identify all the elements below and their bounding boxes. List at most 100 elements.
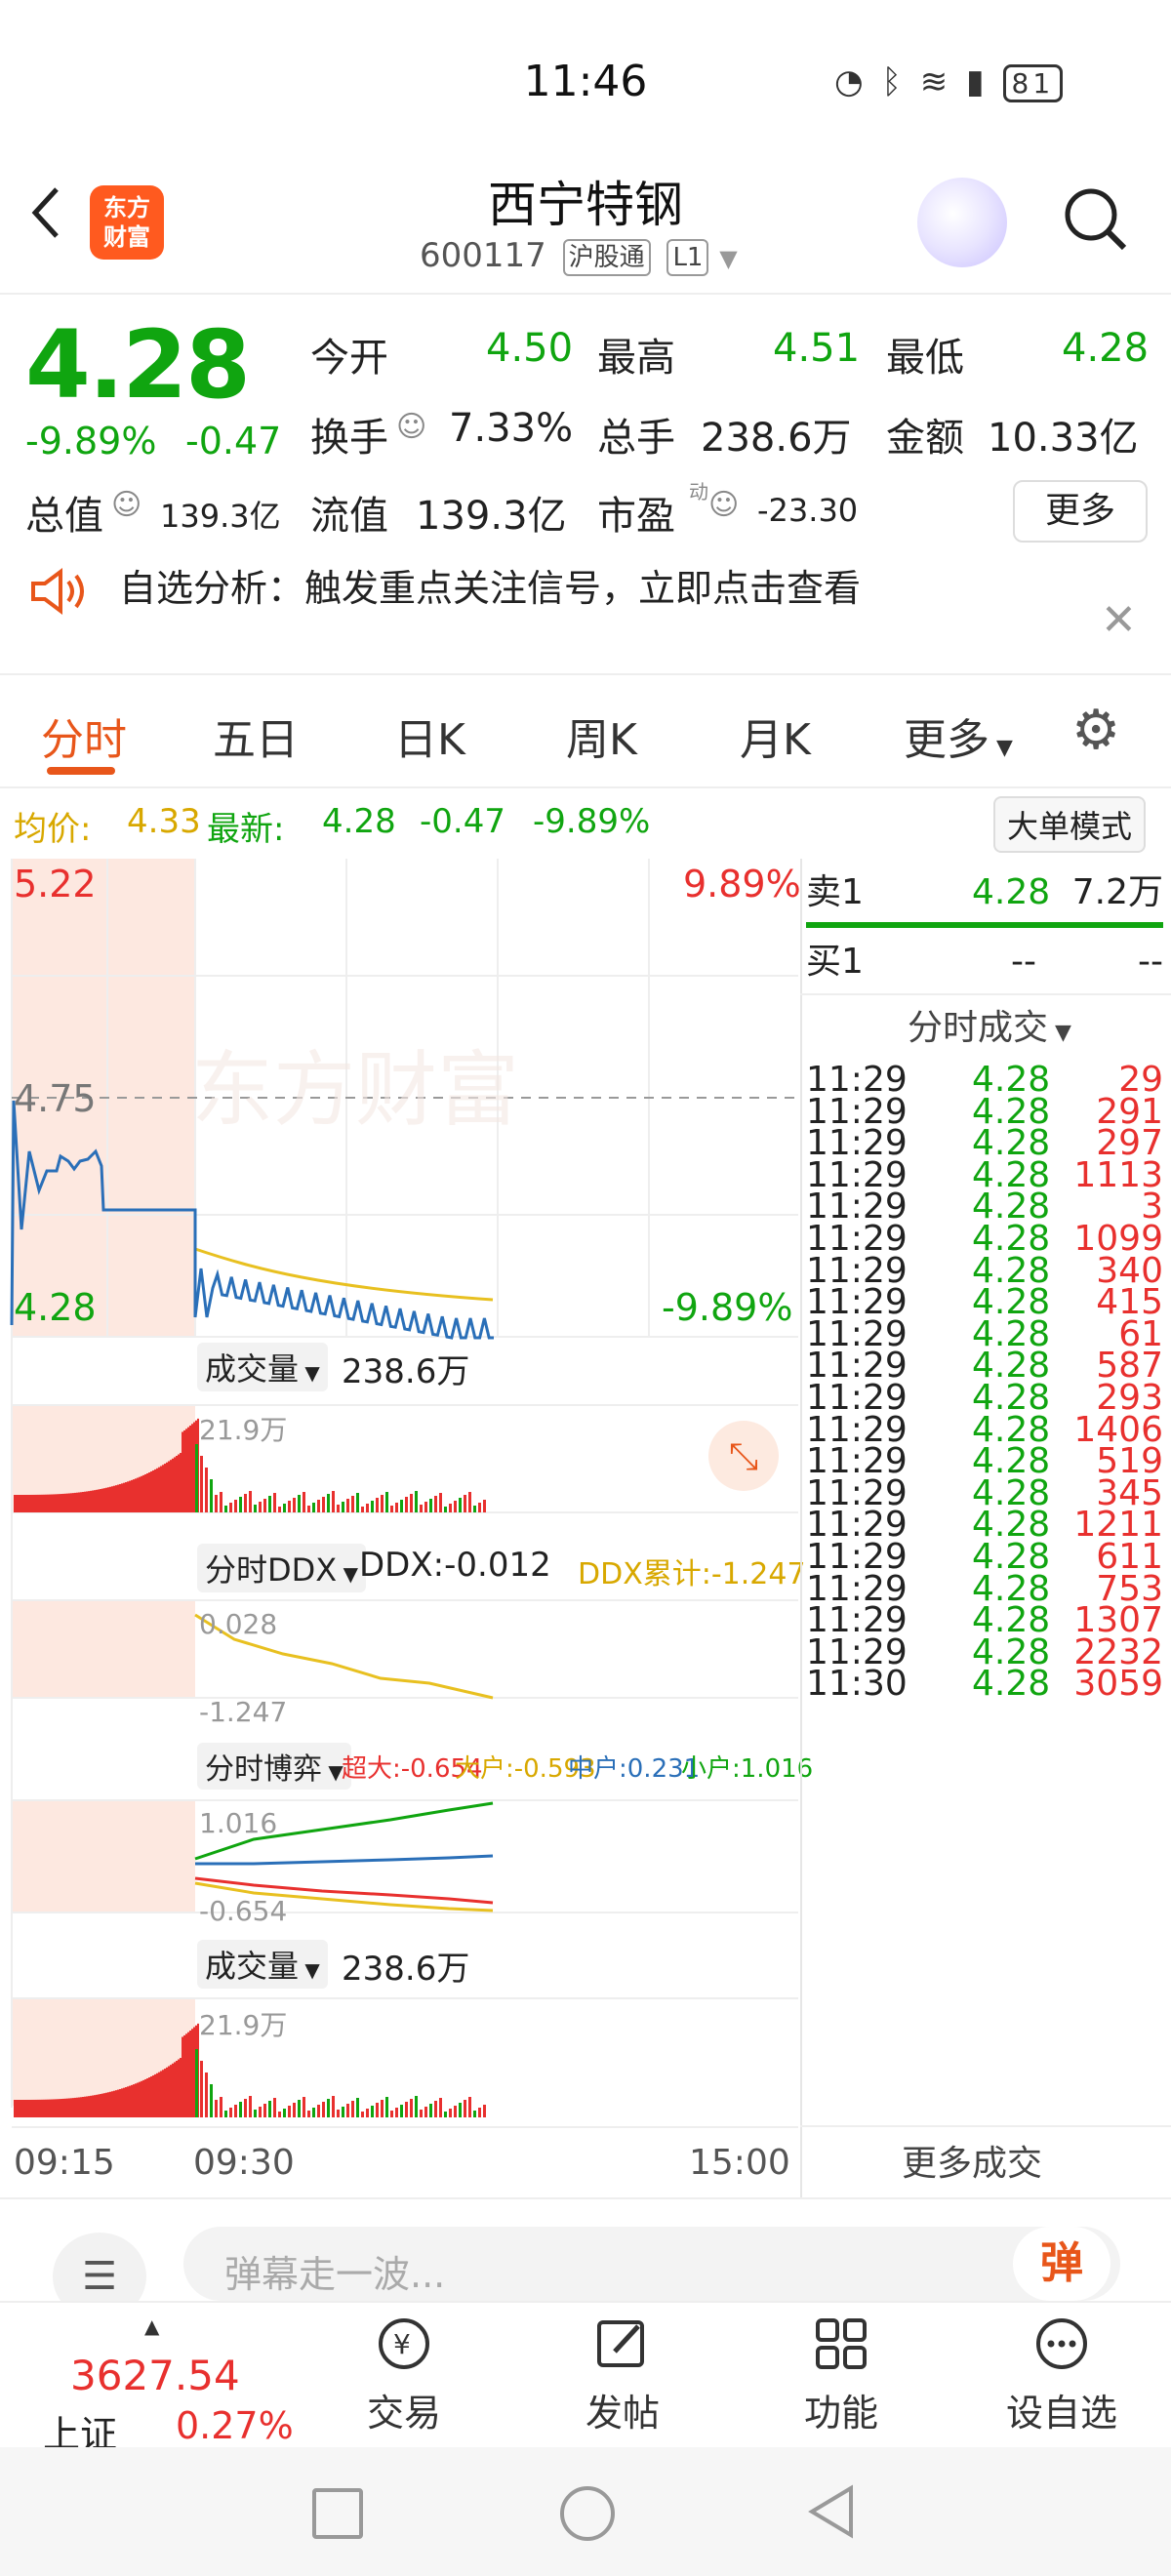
volume-indicator-select[interactable]: 成交量 ▼ (197, 1343, 328, 1391)
volume-bar (410, 2099, 413, 2117)
info-icon[interactable]: ☺ (708, 488, 739, 522)
volume-bar (234, 1500, 237, 1512)
volume-bar (119, 1483, 121, 1512)
volume-bar (439, 2098, 442, 2117)
volume-bar (61, 2099, 62, 2117)
assistant-avatar[interactable] (917, 178, 1007, 267)
volume2-indicator-select[interactable]: 成交量 ▼ (197, 1940, 328, 1989)
volume-bar (141, 2080, 142, 2117)
tab-more[interactable]: 更多 ▼ (904, 704, 1013, 767)
volume-bar (178, 1454, 180, 1512)
volume-bar (400, 1500, 403, 1512)
volume-label: 总手 (597, 416, 675, 461)
zhonghu-line (195, 1854, 494, 1866)
nav-post[interactable]: 发帖 (554, 2314, 691, 2436)
time-open: 09:30 (193, 2143, 295, 2183)
system-nav-bar (0, 2447, 1171, 2576)
volume-bar (254, 1505, 257, 1512)
info-icon[interactable]: ☺ (111, 488, 141, 522)
volume-bar (68, 1493, 70, 1512)
danmu-input[interactable]: 弹幕走一波... 弹 (183, 2227, 1120, 2301)
volume-bar (478, 2108, 481, 2117)
volume-bar (229, 2108, 232, 2117)
volume-bar (268, 2101, 271, 2117)
game-min: -0.654 (199, 1895, 288, 1927)
volume-bar (249, 2096, 252, 2117)
volume-bar (303, 1492, 305, 1512)
volume-bar (152, 2074, 154, 2117)
close-icon[interactable]: ✕ (1101, 595, 1137, 645)
buy1-row: 买1 -- -- (806, 935, 1163, 988)
more-dots-icon (1036, 2318, 1087, 2369)
volume-bar (361, 2112, 364, 2117)
ddx-indicator-select[interactable]: 分时DDX ▼ (197, 1544, 366, 1592)
speed-icon: ◔ (834, 62, 868, 101)
volume-bar (293, 1498, 296, 1512)
volume-bar (410, 1494, 413, 1512)
volume-bar (109, 1486, 111, 1512)
volume-bar (98, 2094, 100, 2117)
game-max: 1.016 (199, 1807, 278, 1839)
tab-5day[interactable]: 五日 (213, 704, 299, 767)
recent-apps-icon[interactable] (312, 2488, 363, 2539)
index-widget[interactable]: ▲ 3627.54 上证 0.27% (27, 2314, 301, 2456)
volume-bar (381, 2100, 384, 2117)
volume-bar (55, 1494, 57, 1512)
volume-bar (59, 1494, 61, 1512)
volume-bar (41, 1494, 43, 1512)
info-icon[interactable]: ☺ (396, 410, 426, 444)
volume-bar (429, 1499, 432, 1512)
volume-bar (166, 1462, 168, 1512)
volume-bar (317, 2105, 320, 2117)
back-nav-icon[interactable] (806, 2484, 857, 2539)
tab-intraday[interactable]: 分时 (41, 704, 127, 767)
volume-bar (439, 1493, 442, 1512)
search-icon[interactable] (1060, 183, 1130, 254)
volume-bar (390, 1506, 393, 1512)
speaker-icon (31, 568, 84, 615)
tab-monthly[interactable]: 月K (740, 704, 811, 767)
volume-bar (342, 2107, 344, 2117)
trades-select[interactable]: 分时成交 ▼ (908, 999, 1071, 1050)
volume-bar (16, 2100, 18, 2117)
trade-volume: 3059 (1073, 1664, 1163, 1705)
volume-bar (101, 1488, 103, 1512)
volume-bar (74, 1492, 76, 1512)
volume-bar (131, 1479, 133, 1512)
more-trades-button[interactable]: 更多成交 (902, 2135, 1042, 2186)
big-order-mode-button[interactable]: 大单模式 (993, 796, 1147, 853)
volume-bar (288, 2106, 291, 2117)
volume-bar (283, 2109, 286, 2117)
nav-watchlist[interactable]: 设自选 (993, 2314, 1130, 2436)
more-button[interactable]: 更多 (1013, 480, 1148, 543)
volume-bar (178, 2059, 180, 2117)
settings-icon[interactable]: ⚙ (1071, 699, 1120, 762)
volume-bar (351, 1496, 354, 1512)
volume-bar (473, 1506, 476, 1512)
home-icon[interactable] (560, 2486, 615, 2541)
change-abs: -0.47 (185, 420, 282, 463)
volume-bar (424, 2107, 427, 2117)
tab-daily[interactable]: 日K (394, 704, 465, 767)
expand-icon[interactable]: ⤡ (708, 1421, 779, 1491)
volume-bar (176, 2060, 178, 2117)
alert-banner[interactable]: 自选分析：触发重点关注信号，立即点击查看 ✕ (0, 556, 1171, 673)
nav-trade[interactable]: ¥ 交易 (336, 2314, 472, 2436)
volume-bar (332, 2096, 335, 2117)
header-divider (0, 293, 1171, 295)
volume-bar (293, 2103, 296, 2117)
volume-bar (37, 2099, 39, 2117)
volume-bar (473, 2111, 476, 2117)
latest-pct: -9.89% (533, 802, 651, 841)
volume-bar (434, 2101, 437, 2117)
danmu-send-button[interactable]: 弹 (1013, 2227, 1110, 2301)
volume-bar (133, 1479, 135, 1512)
game-indicator-select[interactable]: 分时博弈 ▼ (197, 1743, 351, 1790)
dropdown-icon[interactable]: ▼ (719, 245, 737, 272)
tab-weekly[interactable]: 周K (566, 704, 637, 767)
volume-bar (193, 2027, 195, 2117)
volume-bar (195, 2049, 198, 2117)
volume2-total: 238.6万 (342, 1950, 470, 1989)
nav-function[interactable]: 功能 (773, 2314, 909, 2436)
volume-bar (39, 1494, 41, 1512)
